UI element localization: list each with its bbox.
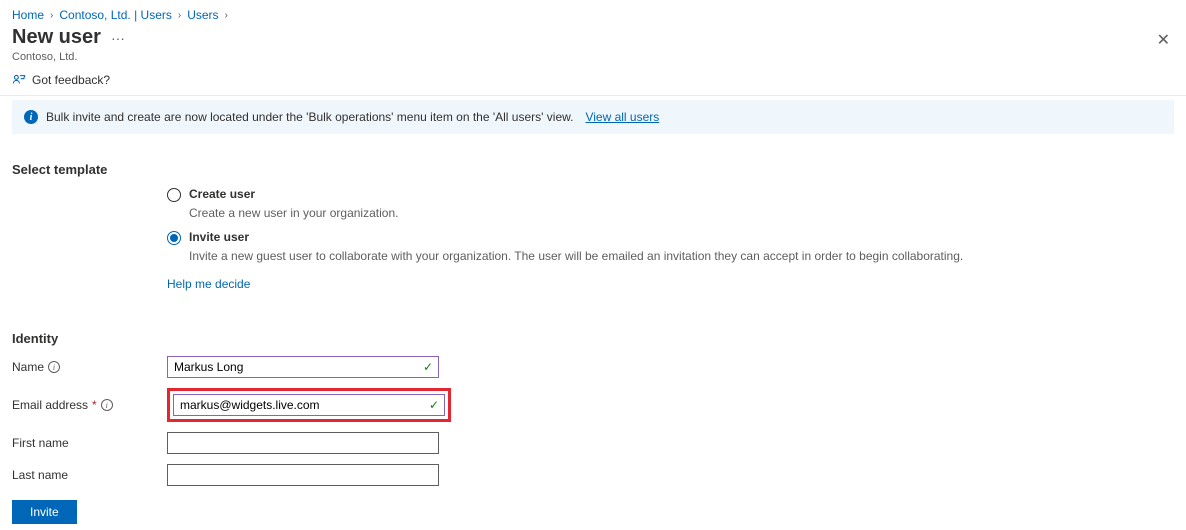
info-banner-text: Bulk invite and create are now located u… bbox=[46, 110, 573, 124]
chevron-right-icon: › bbox=[225, 10, 228, 21]
first-name-input[interactable] bbox=[167, 432, 439, 454]
help-me-decide-link[interactable]: Help me decide bbox=[167, 277, 250, 291]
page-subtitle: Contoso, Ltd. bbox=[12, 51, 125, 63]
radio-invite-user-desc: Invite a new guest user to collaborate w… bbox=[189, 249, 1174, 263]
invite-button[interactable]: Invite bbox=[12, 500, 77, 524]
breadcrumb-org-users[interactable]: Contoso, Ltd. | Users bbox=[59, 8, 172, 22]
last-name-input[interactable] bbox=[167, 464, 439, 486]
view-all-users-link[interactable]: View all users bbox=[585, 110, 659, 124]
check-icon: ✓ bbox=[429, 398, 439, 412]
radio-label: Invite user bbox=[189, 230, 249, 244]
required-marker: * bbox=[92, 398, 97, 412]
first-name-label: First name bbox=[12, 436, 167, 450]
page-title: New user bbox=[12, 26, 101, 49]
content-scroll[interactable]: i Bulk invite and create are now located… bbox=[0, 80, 1186, 490]
chevron-right-icon: › bbox=[178, 10, 181, 21]
more-button[interactable]: ··· bbox=[111, 30, 125, 46]
radio-icon bbox=[167, 231, 181, 245]
breadcrumb-home[interactable]: Home bbox=[12, 8, 44, 22]
radio-label: Create user bbox=[189, 187, 255, 201]
info-banner: i Bulk invite and create are now located… bbox=[12, 100, 1174, 134]
chevron-right-icon: › bbox=[50, 10, 53, 21]
name-input[interactable] bbox=[167, 356, 439, 378]
info-icon[interactable]: i bbox=[48, 361, 60, 373]
email-input[interactable] bbox=[173, 394, 445, 416]
radio-create-user-desc: Create a new user in your organization. bbox=[189, 206, 1174, 220]
close-icon[interactable]: ✕ bbox=[1153, 26, 1174, 54]
name-label: Name i bbox=[12, 360, 167, 374]
select-template-heading: Select template bbox=[12, 162, 1174, 177]
info-icon[interactable]: i bbox=[101, 399, 113, 411]
radio-create-user[interactable]: Create user bbox=[167, 187, 1174, 202]
radio-invite-user[interactable]: Invite user bbox=[167, 230, 1174, 245]
breadcrumb: Home › Contoso, Ltd. | Users › Users › bbox=[0, 0, 1186, 26]
identity-heading: Identity bbox=[12, 331, 1174, 346]
radio-icon bbox=[167, 188, 181, 202]
breadcrumb-users[interactable]: Users bbox=[187, 8, 218, 22]
template-options: Create user Create a new user in your or… bbox=[167, 187, 1174, 291]
page-header: New user ··· Contoso, Ltd. ✕ bbox=[0, 26, 1186, 67]
check-icon: ✓ bbox=[423, 360, 433, 374]
email-highlight: ✓ bbox=[167, 388, 451, 422]
info-icon: i bbox=[24, 110, 38, 124]
last-name-label: Last name bbox=[12, 468, 167, 482]
footer-bar: Invite bbox=[0, 494, 1186, 530]
email-label: Email address * i bbox=[12, 398, 167, 412]
